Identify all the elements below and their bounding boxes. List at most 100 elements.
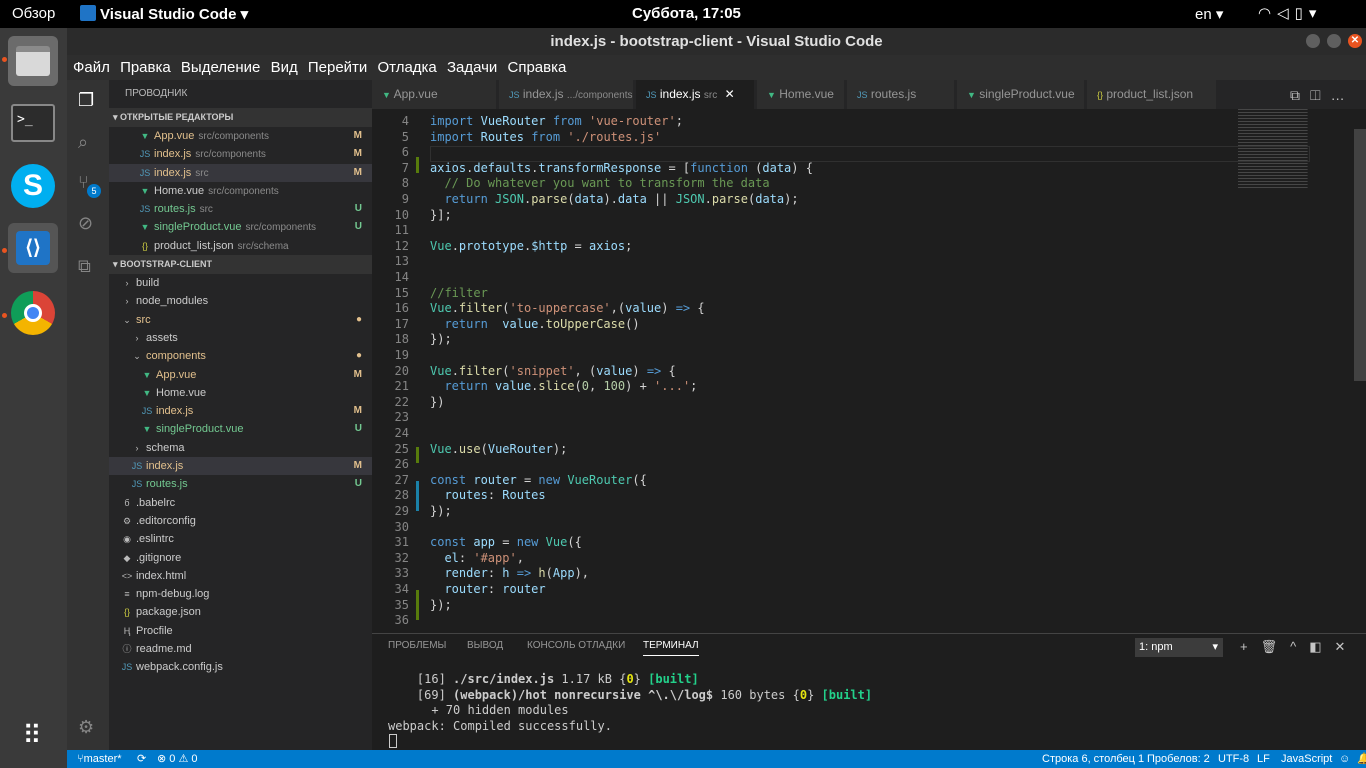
keyboard-layout[interactable]: en ▾ [1195, 5, 1223, 23]
open-changes-icon[interactable]: ⧉ [1290, 87, 1310, 103]
chevron-up-icon[interactable]: ^ [1290, 639, 1309, 654]
tab-problems[interactable]: ПРОБЛЕМЫ [388, 640, 446, 651]
add-terminal-icon[interactable]: + [1240, 639, 1261, 654]
tab-output[interactable]: ВЫВОД [467, 640, 503, 651]
tree-item[interactable]: JS routes.js U [109, 475, 372, 493]
open-editors-header[interactable]: ▾ ОТКРЫТЫЕ РЕДАКТОРЫ [109, 108, 372, 127]
tree-item[interactable]: ⓘ readme.md [109, 640, 372, 658]
editor-tab[interactable]: ▼ Home.vue [757, 80, 845, 109]
line-number: 22 [394, 394, 409, 409]
bell-icon[interactable]: 🔔 [1357, 750, 1366, 768]
tree-icon: ⌄ [123, 314, 131, 325]
gutter-added [416, 447, 419, 463]
debug-icon[interactable]: ⊘ [78, 213, 98, 233]
cursor-position[interactable]: Строка 6, столбец 1 [1042, 750, 1144, 768]
menu-debug[interactable]: Отладка [377, 55, 436, 80]
close-panel-icon[interactable]: ✕ [1335, 639, 1359, 654]
open-editor-item[interactable]: {} product_list.json src/schema [109, 237, 372, 255]
open-editor-item[interactable]: ▼ App.vue src/components M [109, 127, 372, 145]
tree-item[interactable]: › node_modules [109, 292, 372, 310]
skype-icon[interactable]: S [8, 161, 58, 211]
editor-tab[interactable]: {} product_list.json [1087, 80, 1217, 109]
tree-icon: Ⱨ [123, 625, 131, 636]
menu-tasks[interactable]: Задачи [447, 55, 497, 80]
smiley-icon[interactable]: ☺ [1339, 750, 1350, 768]
indentation[interactable]: Пробелов: 2 [1147, 750, 1210, 768]
encoding[interactable]: UTF-8 [1218, 750, 1249, 768]
menu-selection[interactable]: Выделение [181, 55, 260, 80]
terminal-icon[interactable]: >_ [8, 98, 58, 148]
editor-tab[interactable]: ▼ singleProduct.vue [957, 80, 1085, 109]
minimap[interactable] [1238, 109, 1308, 189]
files-icon[interactable] [8, 36, 58, 86]
extensions-icon[interactable]: ⧉ [78, 256, 98, 276]
project-header[interactable]: ▾ BOOTSTRAP-CLIENT [109, 255, 372, 275]
chrome-icon[interactable] [8, 288, 58, 338]
tree-item[interactable]: ⌄ src ● [109, 311, 372, 329]
scrollbar-thumb[interactable] [1354, 129, 1366, 381]
overview-button[interactable]: Обзор [12, 5, 55, 22]
tree-item[interactable]: Ⱨ Procfile [109, 622, 372, 640]
tree-item[interactable]: ⌄ components ● [109, 347, 372, 365]
tree-item[interactable]: JS index.js M [109, 457, 372, 476]
tree-item[interactable]: ▼ Home.vue [109, 384, 372, 402]
sync-icon[interactable]: ⟳ [137, 750, 146, 768]
app-menu[interactable]: Visual Studio Code ▾ [80, 5, 248, 23]
editor-tab[interactable]: ▼ App.vue [372, 80, 497, 109]
open-editor-item[interactable]: JS index.js src M [109, 163, 372, 182]
trash-icon[interactable]: 🗑 [1261, 639, 1291, 654]
explorer-icon[interactable]: ❐ [78, 90, 98, 110]
settings-gear-icon[interactable]: ⚙ [78, 717, 98, 737]
clock[interactable]: Суббота, 17:05 [632, 5, 741, 22]
editor-tab[interactable]: JS index.js .../components [499, 80, 634, 109]
editor-tab[interactable]: JS routes.js [847, 80, 955, 109]
tree-item[interactable]: ⚙ .editorconfig [109, 512, 372, 530]
file-icon: JS [139, 204, 151, 215]
split-editor-icon[interactable]: ◫ [1310, 87, 1331, 103]
line-ending[interactable]: LF [1257, 750, 1270, 768]
tree-item[interactable]: JS index.js M [109, 402, 372, 420]
tab-terminal[interactable]: ТЕРМИНАЛ [643, 640, 699, 656]
menu-help[interactable]: Справка [508, 55, 567, 80]
menu-go[interactable]: Перейти [308, 55, 367, 80]
maximize-button[interactable] [1327, 34, 1341, 48]
tree-item[interactable]: ◆ .gitignore [109, 549, 372, 567]
editor-tab[interactable]: JS index.js src ✕ [636, 80, 755, 109]
minimize-button[interactable] [1306, 34, 1320, 48]
tree-item[interactable]: б .babelrc [109, 494, 372, 512]
menu-view[interactable]: Вид [271, 55, 298, 80]
menu-edit[interactable]: Правка [120, 55, 171, 80]
maximize-panel-icon[interactable]: ◧ [1309, 639, 1334, 654]
language-mode[interactable]: JavaScript [1281, 750, 1332, 768]
menu-file[interactable]: Файл [73, 55, 110, 80]
tree-item[interactable]: ▼ singleProduct.vue U [109, 420, 372, 438]
tab-debug-console[interactable]: КОНСОЛЬ ОТЛАДКИ [527, 640, 625, 651]
open-editor-item[interactable]: JS index.js src/components M [109, 145, 372, 163]
branch-indicator[interactable]: ⑂ master* [77, 750, 122, 768]
code-editor[interactable]: 4 import VueRouter from 'vue-router'; 5 imp… [372, 109, 1366, 633]
line-number: 14 [394, 270, 409, 284]
code-line: // Do whatever you want to transform the… [444, 176, 770, 191]
problems-count[interactable]: ⊗ 0 ⚠ 0 [157, 750, 197, 768]
close-tab-icon[interactable]: ✕ [725, 87, 735, 101]
app-grid-icon[interactable]: ⠿ [8, 710, 58, 760]
tree-item[interactable]: ◉ .eslintrc [109, 530, 372, 548]
open-editor-item[interactable]: ▼ singleProduct.vue src/components U [109, 218, 372, 236]
tree-item[interactable]: {} package.json [109, 603, 372, 621]
system-tray[interactable]: ◠◁▯▾ [1258, 4, 1322, 22]
open-editor-item[interactable]: JS routes.js src U [109, 200, 372, 218]
tree-item[interactable]: ▼ App.vue M [109, 366, 372, 384]
tree-item[interactable]: <> index.html [109, 567, 372, 585]
tree-item[interactable]: › build [109, 274, 372, 292]
vscode-dock-icon[interactable]: ⟨⟩ [8, 223, 58, 273]
close-button[interactable]: ✕ [1348, 34, 1362, 48]
search-icon[interactable]: ⌕ [78, 132, 98, 152]
tree-item[interactable]: › schema [109, 439, 372, 457]
open-editor-item[interactable]: ▼ Home.vue src/components [109, 182, 372, 200]
more-actions-icon[interactable]: … [1331, 87, 1355, 103]
tree-icon: › [125, 296, 129, 307]
tree-item[interactable]: JS webpack.config.js [109, 658, 372, 676]
terminal-select[interactable]: 1: npm ▾ [1135, 638, 1223, 657]
tree-item[interactable]: › assets [109, 329, 372, 347]
tree-item[interactable]: ≡ npm-debug.log [109, 585, 372, 603]
